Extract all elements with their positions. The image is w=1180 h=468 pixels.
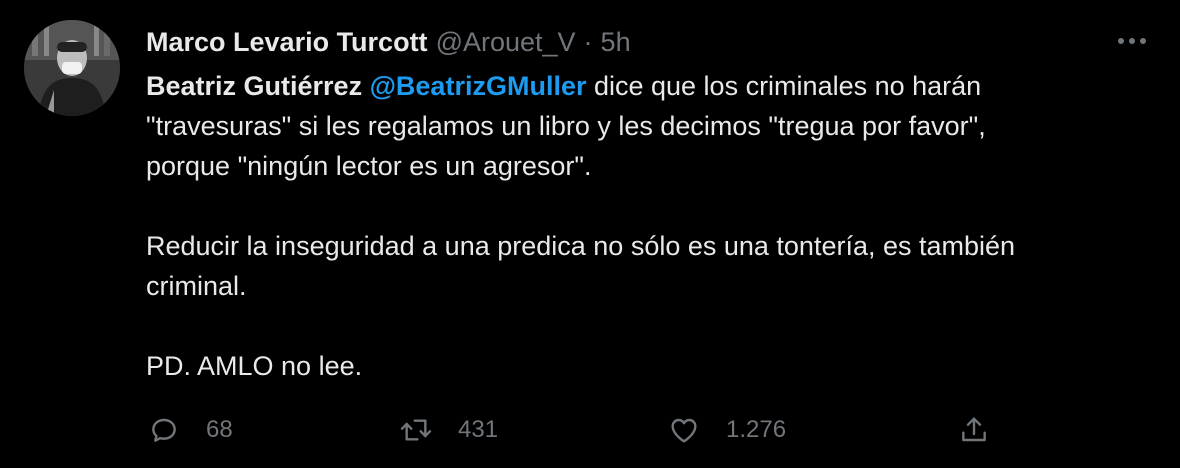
mentioned-person: Beatriz Gutiérrez [146, 71, 363, 101]
retweet-button[interactable]: 431 [398, 408, 498, 452]
reply-button[interactable]: 68 [146, 408, 233, 452]
tweet-line: Beatriz Gutiérrez @BeatrizGMuller dice q… [146, 66, 1146, 106]
like-count: 1.276 [726, 416, 787, 443]
heart-icon [666, 412, 702, 448]
reply-count: 68 [206, 416, 233, 443]
mention-link[interactable]: @BeatrizGMuller [370, 71, 587, 101]
tweet-line: porque "ningún lector es un agresor". [146, 151, 592, 181]
author-handle[interactable]: @Arouet_V [436, 27, 576, 58]
separator-dot: · [583, 26, 593, 57]
tweet-line: "travesuras" si les regalamos un libro y… [146, 111, 986, 141]
retweet-icon [398, 412, 434, 448]
more-icon [1117, 32, 1147, 50]
retweet-count: 431 [458, 416, 499, 443]
tweet-line-text: dice que los criminales no harán [586, 71, 982, 101]
like-button[interactable]: 1.276 [666, 408, 786, 452]
reply-icon [146, 412, 182, 448]
more-button[interactable] [1112, 26, 1152, 56]
author-name[interactable]: Marco Levario Turcott [146, 27, 428, 58]
tweet-line: criminal. [146, 271, 247, 301]
tweet-header: Marco Levario Turcott @Arouet_V · 5h [146, 22, 631, 62]
timestamp[interactable]: 5h [601, 27, 631, 58]
avatar[interactable] [24, 20, 120, 116]
share-button[interactable] [956, 408, 992, 452]
tweet-line: Reducir la inseguridad a una predica no … [146, 231, 1016, 261]
tweet-text: Beatriz Gutiérrez @BeatrizGMuller dice q… [146, 66, 1146, 386]
tweet-actions: 68 431 1.276 [146, 408, 1006, 452]
tweet-line: PD. AMLO no lee. [146, 351, 363, 381]
share-icon [956, 412, 992, 448]
tweet[interactable]: Marco Levario Turcott @Arouet_V · 5h Bea… [0, 0, 1180, 468]
